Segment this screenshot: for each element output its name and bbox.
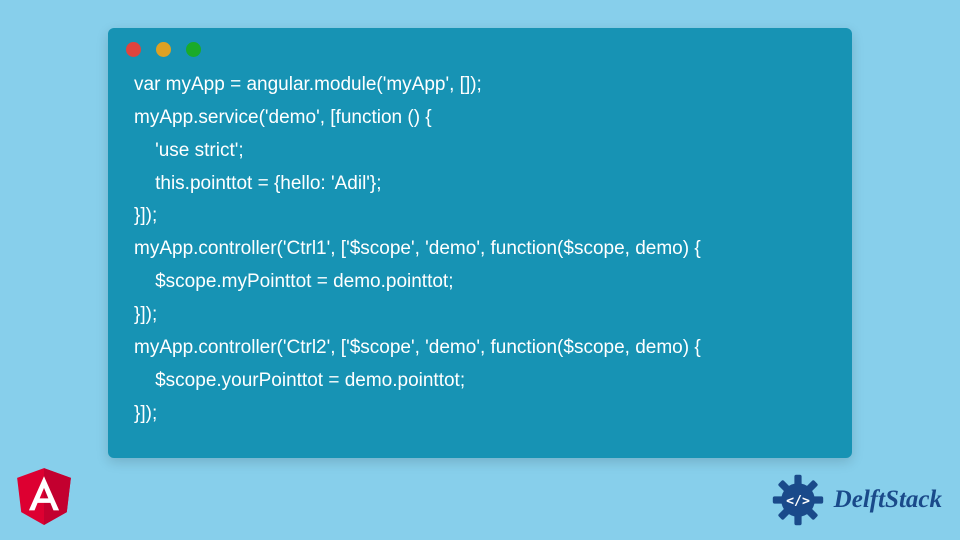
- delftstack-text: DelftStack: [834, 486, 942, 514]
- code-content: var myApp = angular.module('myApp', []);…: [108, 65, 852, 448]
- angular-logo-icon: [12, 462, 76, 528]
- maximize-icon[interactable]: [186, 42, 201, 57]
- close-icon[interactable]: [126, 42, 141, 57]
- delftstack-logo: </> DelftStack: [768, 470, 942, 530]
- code-window: var myApp = angular.module('myApp', []);…: [108, 28, 852, 458]
- minimize-icon[interactable]: [156, 42, 171, 57]
- window-titlebar: [108, 28, 852, 65]
- svg-text:</>: </>: [786, 494, 810, 509]
- delftstack-badge-icon: </>: [768, 470, 828, 530]
